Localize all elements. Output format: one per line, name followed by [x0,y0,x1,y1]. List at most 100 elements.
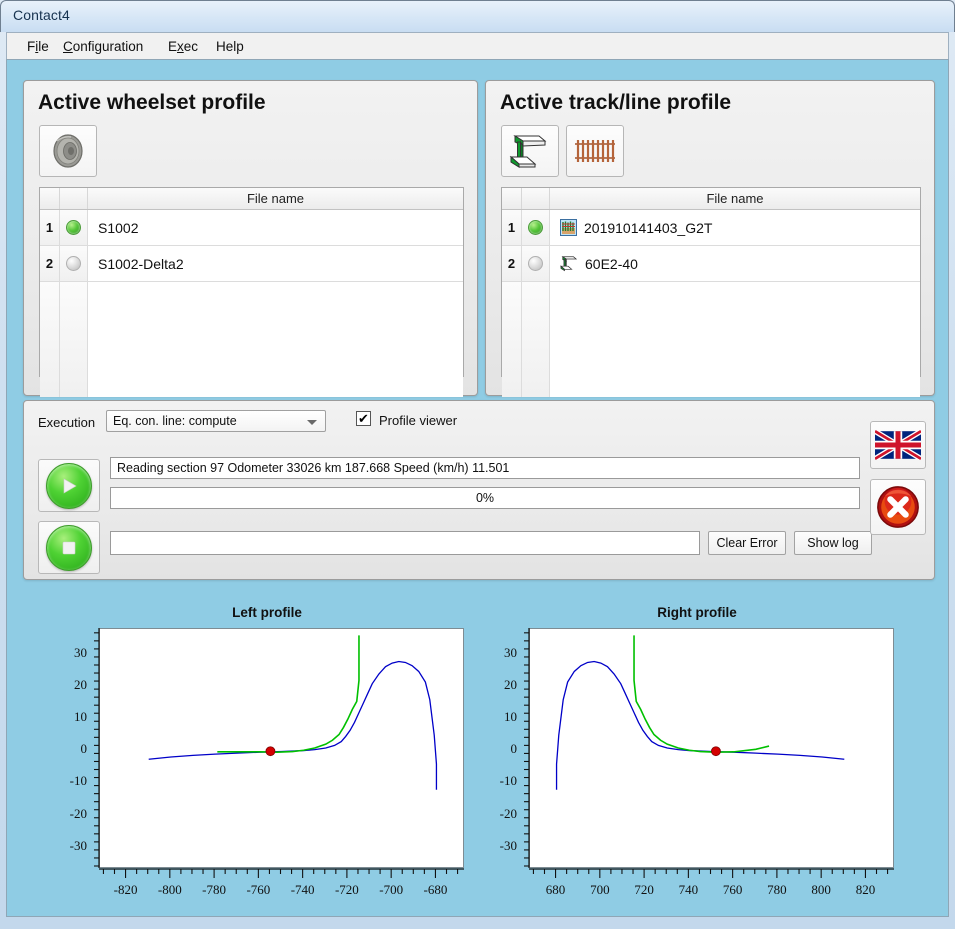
wheelset-profile-panel: Active wheelset profile File name 1 S100… [23,80,478,397]
row-status[interactable] [522,210,550,245]
wheelset-table-header: File name [40,188,463,210]
right-chart-title: Right profile [657,605,737,620]
track-line-button[interactable] [566,125,624,177]
rail-section-icon [509,135,547,168]
empty-index-column [40,282,60,397]
execution-mode-value: Eq. con. line: compute [113,414,237,428]
run-button[interactable] [38,459,100,512]
stop-icon [46,524,92,571]
status-led-on-icon [66,220,81,235]
error-button[interactable] [870,479,926,535]
y-tick-label: 20 [74,676,87,692]
progress-percent-label: 0% [475,491,495,505]
row-index: 2 [502,246,522,281]
y-tick-label: -20 [69,805,87,821]
check-icon: ✔ [358,411,369,426]
show-log-button[interactable]: Show log [794,531,872,555]
execution-panel: Execution Eq. con. line: compute ✔ Profi… [23,400,935,580]
y-tick-label: -30 [69,837,87,853]
left-profile-plot [99,628,464,868]
row-index: 2 [40,246,60,281]
header-status-cell [522,188,550,209]
right-x-axis [529,868,894,878]
y-tick-label: -20 [499,805,517,821]
show-log-label: Show log [807,536,859,550]
profile-viewer-checkbox[interactable]: ✔ [356,411,371,426]
play-triangle-icon [63,477,77,494]
row-filename: S1002 [88,220,463,236]
menu-item-configuration[interactable]: Configuration [57,37,149,56]
profile-viewer-label: Profile viewer [379,413,458,428]
table-row[interactable]: 1 S1002 [40,210,463,246]
left-profile-svg [148,635,438,790]
left-y-axis [94,628,100,868]
filename-text: 60E2-40 [585,255,638,272]
window-title: Contact4 [13,7,70,23]
menu-bar: File Configuration Exec Help [6,32,949,59]
language-flag-button[interactable] [870,421,926,469]
filename-text: S1002 [98,219,139,236]
wheelset-panel-title: Active wheelset profile [38,91,266,114]
x-tick-label: -680 [423,882,448,897]
y-tick-label: -10 [69,773,87,789]
track-file-table[interactable]: File name 1 201910141403_G2T 2 60E2-40 [501,187,921,397]
track-profile-panel: Active track/line profile File name 1 20… [485,80,935,397]
row-status[interactable] [60,246,88,281]
client-area: Active wheelset profile File name 1 S100… [6,59,949,917]
play-icon [46,462,92,509]
status-led-off-icon [528,256,543,271]
row-status[interactable] [522,246,550,281]
row-index: 1 [40,210,60,245]
error-x-icon [877,486,919,528]
rail-section-icon [560,256,578,272]
wheel-profile-button[interactable] [39,125,97,177]
row-filename: S1002-Delta2 [88,256,463,272]
empty-index-column [502,282,522,397]
header-filename-cell: File name [246,191,305,206]
header-index-cell [40,188,60,209]
wheelset-file-table[interactable]: File name 1 S1002 2 S1002-Delta2 [39,187,464,397]
row-index: 1 [502,210,522,245]
table-row[interactable]: 1 201910141403_G2T [502,210,920,246]
menu-item-help[interactable]: Help [210,37,250,56]
status-led-off-icon [66,256,81,271]
table-row[interactable]: 2 60E2-40 [502,246,920,282]
clear-error-button[interactable]: Clear Error [708,531,786,555]
execution-label: Execution [38,415,96,430]
filename-text: S1002-Delta2 [98,255,184,272]
error-text-field[interactable] [110,531,700,555]
rail-profile-button[interactable] [501,125,559,177]
status-text-field[interactable]: Reading section 97 Odometer 33026 km 187… [110,457,860,479]
progress-bar: 0% [110,487,860,509]
header-status-cell [60,188,88,209]
empty-status-column [522,282,550,397]
application-window: Contact4 File Configuration Exec Help Ac… [0,0,955,929]
uk-flag-icon [875,430,921,460]
table-empty-area [40,282,463,397]
filename-text: 201910141403_G2T [584,219,713,236]
track-table-header: File name [502,188,920,210]
stop-button[interactable] [38,521,100,574]
y-tick-label: -10 [499,773,517,789]
y-tick-label: -30 [499,837,517,853]
chevron-down-icon [307,420,317,425]
left-x-axis [99,868,464,878]
row-status[interactable] [60,210,88,245]
measurement-file-icon [560,219,577,236]
clear-error-label: Clear Error [716,536,778,550]
menu-item-exec[interactable]: Exec [162,37,204,56]
wheel-icon [53,134,83,168]
empty-status-column [60,282,88,397]
y-tick-label: 0 [80,741,88,757]
left-chart-title: Left profile [232,605,302,620]
title-bar: Contact4 [0,0,955,32]
status-led-on-icon [528,220,543,235]
y-tick-label: 0 [510,741,518,757]
y-tick-label: 10 [504,709,517,725]
execution-mode-select[interactable]: Eq. con. line: compute [106,410,326,432]
header-filename-cell: File name [706,191,764,206]
right-profile-svg [555,635,845,790]
menu-item-file[interactable]: File [21,37,55,56]
right-y-axis [524,628,530,868]
table-row[interactable]: 2 S1002-Delta2 [40,246,463,282]
